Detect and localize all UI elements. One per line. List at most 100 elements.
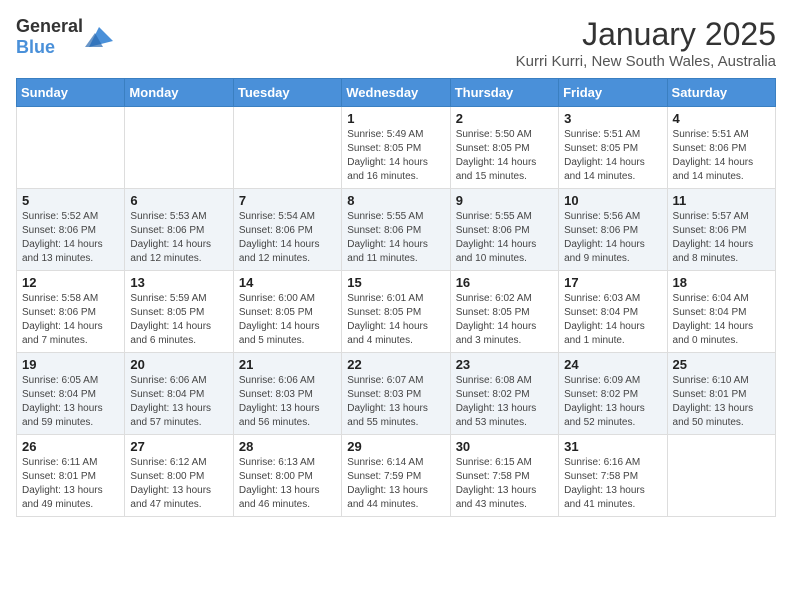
day-info: Sunrise: 6:10 AM Sunset: 8:01 PM Dayligh… <box>673 374 770 430</box>
day-number: 6 <box>130 193 227 208</box>
day-info: Sunrise: 6:08 AM Sunset: 8:02 PM Dayligh… <box>456 374 553 430</box>
calendar-cell: 3Sunrise: 5:51 AM Sunset: 8:05 PM Daylig… <box>559 107 667 189</box>
day-info: Sunrise: 6:01 AM Sunset: 8:05 PM Dayligh… <box>347 292 444 348</box>
day-number: 7 <box>239 193 336 208</box>
day-number: 14 <box>239 275 336 290</box>
day-info: Sunrise: 6:15 AM Sunset: 7:58 PM Dayligh… <box>456 456 553 512</box>
calendar-week-row: 19 Sunrise: 6:05 AM Sunset: 8:04 PM Dayli… <box>17 353 776 435</box>
day-info: Sunrise: 5:53 AM Sunset: 8:06 PM Dayligh… <box>130 210 227 266</box>
day-number: 26 <box>22 439 119 454</box>
logo: General Blue <box>16 16 113 58</box>
day-info: Sunrise: 5:58 AM Sunset: 8:06 PM Dayligh… <box>22 292 119 348</box>
calendar-week-row: 5Sunrise: 5:52 AM Sunset: 8:06 PM Daylig… <box>17 189 776 271</box>
calendar-cell: 16Sunrise: 6:02 AM Sunset: 8:05 PM Dayli… <box>450 271 558 353</box>
day-number: 2 <box>456 111 553 126</box>
calendar-cell: 8Sunrise: 5:55 AM Sunset: 8:06 PM Daylig… <box>342 189 450 271</box>
day-number: 13 <box>130 275 227 290</box>
day-number: 21 <box>239 357 336 372</box>
calendar-cell: 14Sunrise: 6:00 AM Sunset: 8:05 PM Dayli… <box>233 271 341 353</box>
calendar-cell: 12 Sunrise: 5:58 AM Sunset: 8:06 PM Dayli… <box>17 271 125 353</box>
day-number: 20 <box>130 357 227 372</box>
calendar-cell: 29Sunrise: 6:14 AM Sunset: 7:59 PM Dayli… <box>342 435 450 517</box>
day-info: Sunrise: 6:06 AM Sunset: 8:03 PM Dayligh… <box>239 374 336 430</box>
calendar-cell: 26 Sunrise: 6:11 AM Sunset: 8:01 PM Dayli… <box>17 435 125 517</box>
calendar-cell: 17 Sunrise: 6:03 AM Sunset: 8:04 PM Dayli… <box>559 271 667 353</box>
day-number: 17 <box>564 275 661 290</box>
col-header-monday: Monday <box>125 79 233 107</box>
logo-text: General Blue <box>16 16 83 58</box>
col-header-saturday: Saturday <box>667 79 775 107</box>
day-number: 18 <box>673 275 770 290</box>
day-number: 10 <box>564 193 661 208</box>
calendar-cell: 4 Sunrise: 5:51 AM Sunset: 8:06 PM Daylig… <box>667 107 775 189</box>
col-header-wednesday: Wednesday <box>342 79 450 107</box>
logo-icon <box>85 23 113 51</box>
calendar-cell <box>17 107 125 189</box>
day-number: 9 <box>456 193 553 208</box>
day-info: Sunrise: 6:05 AM Sunset: 8:04 PM Dayligh… <box>22 374 119 430</box>
day-number: 11 <box>673 193 770 208</box>
day-number: 29 <box>347 439 444 454</box>
col-header-thursday: Thursday <box>450 79 558 107</box>
day-info: Sunrise: 6:11 AM Sunset: 8:01 PM Dayligh… <box>22 456 119 512</box>
calendar-cell: 30Sunrise: 6:15 AM Sunset: 7:58 PM Dayli… <box>450 435 558 517</box>
title-block: January 2025 Kurri Kurri, New South Wale… <box>516 16 776 70</box>
calendar-cell: 6 Sunrise: 5:53 AM Sunset: 8:06 PM Daylig… <box>125 189 233 271</box>
day-info: Sunrise: 5:59 AM Sunset: 8:05 PM Dayligh… <box>130 292 227 348</box>
day-info: Sunrise: 6:13 AM Sunset: 8:00 PM Dayligh… <box>239 456 336 512</box>
calendar-header-row: SundayMondayTuesdayWednesdayThursdayFrid… <box>17 79 776 107</box>
day-info: Sunrise: 6:04 AM Sunset: 8:04 PM Dayligh… <box>673 292 770 348</box>
calendar-cell: 1 Sunrise: 5:49 AM Sunset: 8:05 PM Daylig… <box>342 107 450 189</box>
day-info: Sunrise: 5:56 AM Sunset: 8:06 PM Dayligh… <box>564 210 661 266</box>
calendar-cell: 22 Sunrise: 6:07 AM Sunset: 8:03 PM Dayli… <box>342 353 450 435</box>
day-info: Sunrise: 5:49 AM Sunset: 8:05 PM Dayligh… <box>347 128 444 184</box>
calendar-week-row: 12 Sunrise: 5:58 AM Sunset: 8:06 PM Dayli… <box>17 271 776 353</box>
calendar-cell <box>667 435 775 517</box>
col-header-friday: Friday <box>559 79 667 107</box>
calendar-cell <box>233 107 341 189</box>
calendar-cell: 9 Sunrise: 5:55 AM Sunset: 8:06 PM Daylig… <box>450 189 558 271</box>
calendar-cell: 13 Sunrise: 5:59 AM Sunset: 8:05 PM Dayli… <box>125 271 233 353</box>
day-number: 16 <box>456 275 553 290</box>
calendar-cell: 24Sunrise: 6:09 AM Sunset: 8:02 PM Dayli… <box>559 353 667 435</box>
day-number: 22 <box>347 357 444 372</box>
day-number: 4 <box>673 111 770 126</box>
day-info: Sunrise: 5:50 AM Sunset: 8:05 PM Dayligh… <box>456 128 553 184</box>
day-info: Sunrise: 5:55 AM Sunset: 8:06 PM Dayligh… <box>456 210 553 266</box>
day-number: 3 <box>564 111 661 126</box>
day-info: Sunrise: 6:07 AM Sunset: 8:03 PM Dayligh… <box>347 374 444 430</box>
day-info: Sunrise: 5:54 AM Sunset: 8:06 PM Dayligh… <box>239 210 336 266</box>
day-info: Sunrise: 6:03 AM Sunset: 8:04 PM Dayligh… <box>564 292 661 348</box>
calendar-cell: 23Sunrise: 6:08 AM Sunset: 8:02 PM Dayli… <box>450 353 558 435</box>
day-info: Sunrise: 5:51 AM Sunset: 8:06 PM Dayligh… <box>673 128 770 184</box>
day-info: Sunrise: 6:06 AM Sunset: 8:04 PM Dayligh… <box>130 374 227 430</box>
calendar-cell: 20 Sunrise: 6:06 AM Sunset: 8:04 PM Dayli… <box>125 353 233 435</box>
calendar-cell: 25Sunrise: 6:10 AM Sunset: 8:01 PM Dayli… <box>667 353 775 435</box>
day-info: Sunrise: 6:16 AM Sunset: 7:58 PM Dayligh… <box>564 456 661 512</box>
calendar-week-row: 1 Sunrise: 5:49 AM Sunset: 8:05 PM Daylig… <box>17 107 776 189</box>
location-title: Kurri Kurri, New South Wales, Australia <box>516 53 776 70</box>
day-info: Sunrise: 5:55 AM Sunset: 8:06 PM Dayligh… <box>347 210 444 266</box>
calendar-cell: 31Sunrise: 6:16 AM Sunset: 7:58 PM Dayli… <box>559 435 667 517</box>
day-info: Sunrise: 5:57 AM Sunset: 8:06 PM Dayligh… <box>673 210 770 266</box>
calendar-cell: 11 Sunrise: 5:57 AM Sunset: 8:06 PM Dayli… <box>667 189 775 271</box>
logo-blue: Blue <box>16 37 55 57</box>
calendar-cell: 15 Sunrise: 6:01 AM Sunset: 8:05 PM Dayli… <box>342 271 450 353</box>
logo-general: General <box>16 16 83 36</box>
day-number: 28 <box>239 439 336 454</box>
calendar-table: SundayMondayTuesdayWednesdayThursdayFrid… <box>16 78 776 517</box>
calendar-cell: 5Sunrise: 5:52 AM Sunset: 8:06 PM Daylig… <box>17 189 125 271</box>
day-info: Sunrise: 6:09 AM Sunset: 8:02 PM Dayligh… <box>564 374 661 430</box>
calendar-cell: 18 Sunrise: 6:04 AM Sunset: 8:04 PM Dayli… <box>667 271 775 353</box>
calendar-cell: 28 Sunrise: 6:13 AM Sunset: 8:00 PM Dayli… <box>233 435 341 517</box>
day-info: Sunrise: 6:12 AM Sunset: 8:00 PM Dayligh… <box>130 456 227 512</box>
day-number: 5 <box>22 193 119 208</box>
calendar-week-row: 26 Sunrise: 6:11 AM Sunset: 8:01 PM Dayli… <box>17 435 776 517</box>
calendar-cell <box>125 107 233 189</box>
day-number: 12 <box>22 275 119 290</box>
calendar-cell: 7 Sunrise: 5:54 AM Sunset: 8:06 PM Daylig… <box>233 189 341 271</box>
day-number: 27 <box>130 439 227 454</box>
day-number: 1 <box>347 111 444 126</box>
day-number: 15 <box>347 275 444 290</box>
day-number: 19 <box>22 357 119 372</box>
